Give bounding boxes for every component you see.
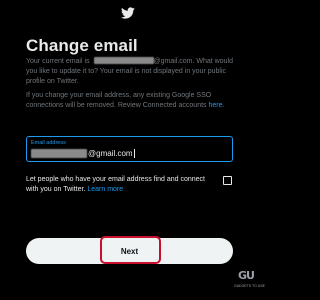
- change-email-screen: Change email Your current email is @gmai…: [0, 0, 265, 300]
- redacted-email: [93, 57, 154, 64]
- email-field-value[interactable]: @gmail.com: [31, 149, 135, 158]
- email-field[interactable]: Email address @gmail.com: [26, 136, 233, 162]
- text-caret: [133, 149, 135, 158]
- sso-warning-end: .: [222, 102, 225, 109]
- watermark-text: GADGETS TO USE: [234, 284, 265, 288]
- email-field-label: Email address: [31, 140, 66, 146]
- sso-warning-text: If you change your email address, any ex…: [26, 92, 212, 109]
- current-email-prefix: Your current email is: [26, 58, 92, 65]
- redacted-email-input: [31, 149, 87, 158]
- discoverability-text: Let people who have your email address f…: [26, 175, 210, 195]
- next-button[interactable]: Next: [26, 238, 233, 264]
- discoverability-checkbox[interactable]: [223, 176, 232, 185]
- watermark: GU GADGETS TO USE: [234, 269, 265, 295]
- email-value-suffix: @gmail.com: [88, 149, 133, 158]
- connected-accounts-link[interactable]: here: [209, 102, 223, 109]
- page-title: Change email: [26, 36, 138, 55]
- current-email-info: Your current email is @gmail.com. What w…: [26, 57, 240, 87]
- learn-more-link[interactable]: Learn more: [87, 186, 123, 193]
- watermark-logo: GU: [238, 269, 255, 282]
- twitter-bird-icon: [121, 7, 135, 19]
- sso-warning: If you change your email address, any ex…: [26, 91, 240, 111]
